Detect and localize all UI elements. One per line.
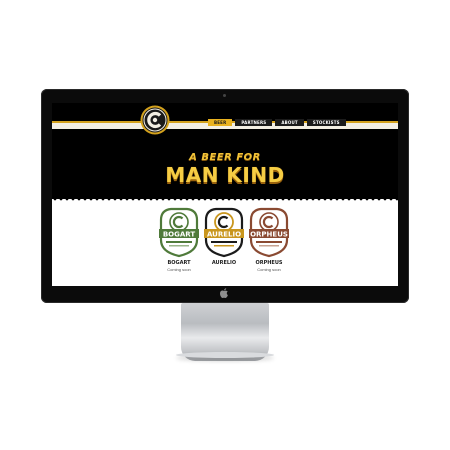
product-list: BOGART BOGART Coming soon AURELIO AURELI… [52, 206, 398, 286]
product-card-orpheus[interactable]: ORPHEUS ORPHEUS Coming soon [239, 206, 299, 272]
serrated-edge [52, 199, 398, 202]
screen: BEER PARTNERS ABOUT STOCKISTS A BEER FOR… [52, 103, 398, 286]
camera-icon [223, 94, 226, 97]
nav-item-partners[interactable]: PARTNERS [235, 119, 273, 126]
product-name: ORPHEUS [255, 260, 283, 266]
nav-item-beer[interactable]: BEER [208, 119, 233, 126]
orpheus-badge-text: ORPHEUS [250, 231, 288, 239]
hero-section: A BEER FOR MAN KIND [52, 143, 398, 201]
bogart-badge-text: BOGART [163, 231, 196, 239]
nav-item-stockists[interactable]: STOCKISTS [306, 119, 346, 126]
products-section: BOGART BOGART Coming soon AURELIO AURELI… [52, 199, 398, 286]
hero-tagline: A BEER FOR [189, 152, 261, 163]
hero-title: MAN KIND [165, 163, 285, 187]
nav-item-about[interactable]: ABOUT [275, 119, 304, 126]
aurelio-badge-text: AURELIO [207, 231, 241, 239]
main-nav: BEER PARTNERS ABOUT STOCKISTS [208, 119, 346, 126]
monitor-stand-base [176, 352, 274, 358]
product-status: Coming soon [257, 267, 281, 272]
product-status: Coming soon [167, 267, 191, 272]
orpheus-badge-icon: ORPHEUS [249, 207, 289, 258]
brand-logo-icon[interactable] [140, 105, 170, 135]
apple-icon [220, 288, 228, 298]
